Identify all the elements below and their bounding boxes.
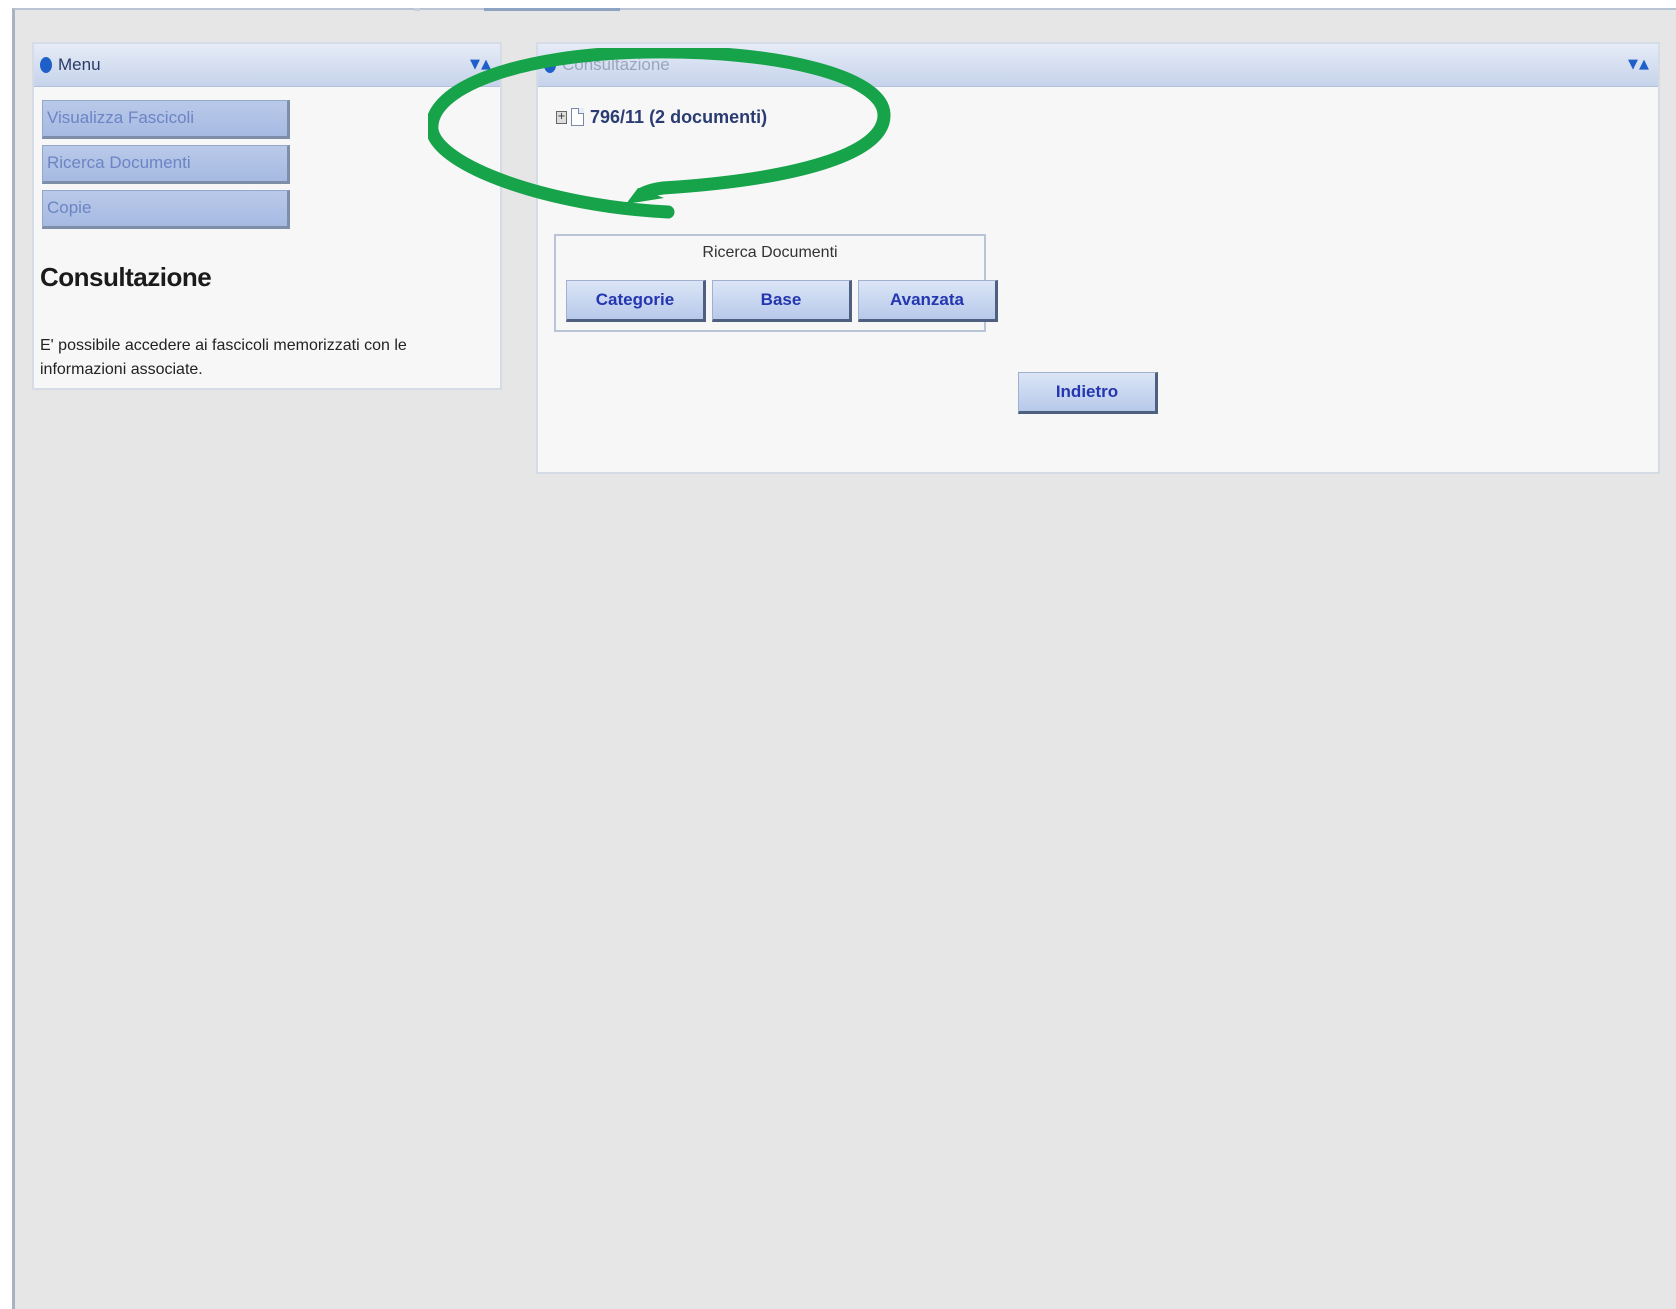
fascicolo-link[interactable]: 796/11 (2 documenti) [590, 107, 767, 128]
collapse-expand-icon[interactable]: ▼▲ [1628, 57, 1650, 72]
menu-item-ricerca-documenti[interactable]: Ricerca Documenti [42, 145, 290, 184]
bullet-icon [544, 57, 556, 73]
consultazione-portlet-header: Consultazione ▼▲ [538, 44, 1658, 87]
top-tab-indicator [484, 8, 620, 11]
menu-item-copie[interactable]: Copie [42, 190, 290, 229]
menu-item-visualizza-fascicoli[interactable]: Visualizza Fascicoli [42, 100, 290, 139]
menu-portlet-title: Menu [58, 55, 101, 74]
section-description: E' possibile accedere ai fascicoli memor… [40, 337, 407, 378]
consultazione-portlet: Consultazione ▼▲ + 796/11 (2 documenti) … [536, 42, 1660, 474]
collapse-expand-icon[interactable]: ▼▲ [470, 57, 492, 72]
base-button[interactable]: Base [712, 280, 852, 322]
indietro-button[interactable]: Indietro [1018, 372, 1158, 414]
menu-portlet: Menu ▼▲ Visualizza Fascicoli Ricerca Doc… [32, 42, 502, 390]
avanzata-button[interactable]: Avanzata [858, 280, 998, 322]
consultazione-portlet-title: Consultazione [562, 55, 670, 74]
section-title: Consultazione [40, 262, 212, 292]
top-tab-divider [414, 8, 420, 11]
categorie-button[interactable]: Categorie [566, 280, 706, 322]
bullet-icon [40, 57, 52, 73]
expand-icon[interactable]: + [556, 110, 567, 124]
document-icon [571, 108, 584, 126]
menu-portlet-header: Menu ▼▲ [34, 44, 500, 87]
ricerca-documenti-title: Ricerca Documenti [702, 244, 838, 261]
ricerca-documenti-group: Ricerca Documenti Categorie Base Avanzat… [554, 234, 998, 332]
tree-node: + 796/11 (2 documenti) [556, 102, 767, 132]
